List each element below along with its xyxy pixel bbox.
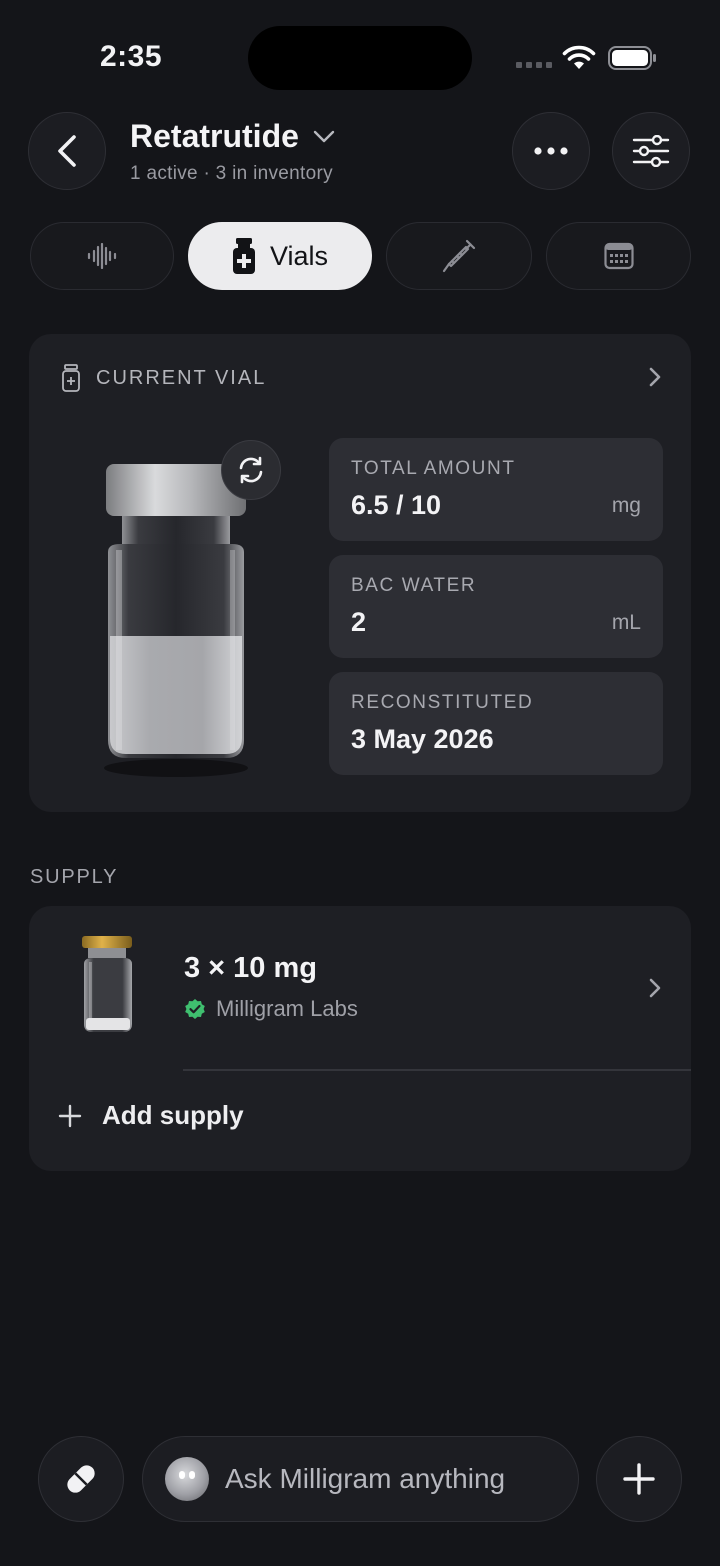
stat-label: RECONSTITUTED — [351, 692, 534, 713]
swap-vial-button[interactable] — [221, 440, 281, 500]
page-subtitle: 1 active · 3 in inventory — [130, 163, 333, 184]
waveform-icon — [87, 243, 117, 269]
refresh-icon — [239, 456, 263, 484]
tab-injections[interactable] — [386, 222, 532, 290]
page-title: Retatrutide — [130, 118, 299, 154]
tab-vials[interactable]: Vials — [188, 222, 372, 290]
ask-assistant-input[interactable]: Ask Milligram anything — [142, 1436, 579, 1522]
back-button[interactable] — [28, 112, 106, 190]
verified-badge-icon — [185, 999, 205, 1019]
supply-source-name: Milligram Labs — [216, 996, 358, 1021]
stat-bac-water: BAC WATER 2 mL — [329, 555, 663, 658]
stat-unit: mL — [611, 611, 641, 634]
stat-reconstituted: RECONSTITUTED 3 May 2026 — [329, 672, 663, 775]
supply-vial-image — [82, 936, 132, 1032]
plus-icon — [623, 1463, 655, 1495]
current-vial-label: CURRENT VIAL — [96, 366, 267, 389]
wifi-icon — [562, 45, 596, 69]
plus-icon — [58, 1104, 82, 1127]
chevron-right-icon — [649, 978, 661, 998]
assistant-avatar-icon — [165, 1457, 209, 1501]
compound-selector[interactable]: Retatrutide 1 active · 3 in inventory — [130, 118, 335, 185]
sliders-icon — [632, 135, 670, 167]
chevron-right-icon[interactable] — [648, 366, 662, 388]
stat-total-amount: TOTAL AMOUNT 6.5 / 10 mg — [329, 438, 663, 541]
stat-unit: mg — [611, 494, 641, 517]
supply-source: Milligram Labs — [184, 996, 358, 1022]
stat-value: 3 May 2026 — [351, 724, 494, 754]
add-supply-label: Add supply — [102, 1100, 244, 1130]
stat-value: 2 — [351, 607, 367, 637]
tab-calendar[interactable] — [546, 222, 691, 290]
dynamic-island — [248, 26, 472, 90]
tab-activity[interactable] — [30, 222, 174, 290]
add-button[interactable] — [596, 1436, 682, 1522]
more-options-button[interactable] — [512, 112, 590, 190]
log-dose-button[interactable] — [38, 1436, 124, 1522]
status-time: 2:35 — [100, 40, 163, 73]
chevron-left-icon — [58, 135, 76, 167]
stat-value: 6.5 / 10 — [351, 490, 442, 520]
battery-icon — [608, 46, 656, 70]
supply-section-title: SUPPLY — [30, 866, 119, 888]
calendar-icon — [603, 242, 634, 270]
add-supply-button[interactable]: Add supply — [58, 1100, 244, 1131]
ask-placeholder: Ask Milligram anything — [225, 1463, 506, 1494]
pill-icon — [67, 1465, 95, 1493]
stat-label: TOTAL AMOUNT — [351, 458, 516, 479]
current-vial-header: CURRENT VIAL — [60, 364, 266, 392]
divider — [183, 1069, 691, 1071]
settings-button[interactable] — [612, 112, 690, 190]
stat-label: BAC WATER — [351, 575, 477, 596]
more-horizontal-icon — [534, 147, 568, 155]
vial-icon — [232, 238, 255, 274]
supply-quantity: 3 × 10 mg — [184, 952, 317, 984]
syringe-icon — [442, 239, 476, 273]
chevron-down-icon — [313, 130, 335, 142]
cellular-signal-icon — [516, 62, 552, 68]
vial-outline-icon — [62, 364, 80, 392]
tab-vials-label: Vials — [269, 240, 329, 271]
